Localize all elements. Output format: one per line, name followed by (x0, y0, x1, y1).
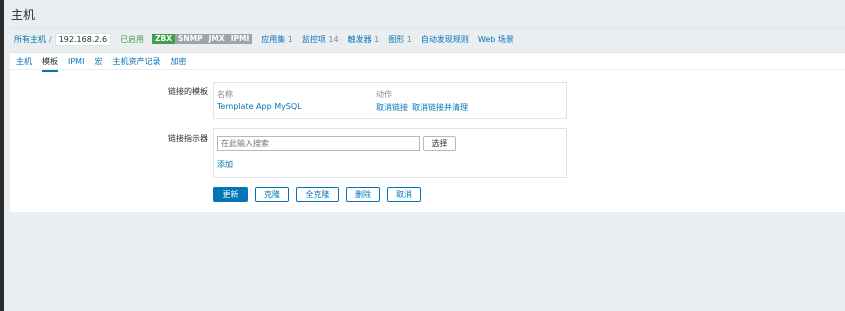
nav-items-count: 14 (328, 34, 339, 44)
nav-applications-count: 1 (287, 34, 293, 44)
tab-host[interactable]: 主机 (16, 56, 32, 70)
nav-web-scenarios[interactable]: Web 场景 (478, 34, 514, 45)
nav-applications-label: 应用集 (261, 34, 286, 44)
linked-templates-box: 名称 动作 Template App MySQL 取消链接 取消链接并清理 (213, 82, 567, 119)
update-button[interactable]: 更新 (213, 187, 248, 202)
template-name-link[interactable]: Template App MySQL (217, 102, 302, 111)
nav-applications[interactable]: 应用集 1 (261, 34, 293, 45)
tab-inventory[interactable]: 主机资产记录 (112, 56, 160, 70)
link-indicator-label: 链接指示器 (168, 134, 208, 143)
left-edge (0, 0, 4, 311)
col-action-header: 动作 (376, 90, 392, 99)
tab-divider (10, 69, 845, 70)
link-indicator-box: 选择 添加 (213, 128, 567, 178)
template-search-input[interactable] (217, 136, 420, 151)
nav-items-label: 监控项 (301, 34, 326, 44)
clone-button[interactable]: 克隆 (255, 187, 289, 202)
nav-triggers-label: 触发器 (347, 34, 372, 44)
tab-macros[interactable]: 宏 (94, 56, 102, 70)
unlink-link[interactable]: 取消链接 (376, 102, 408, 113)
breadcrumb-all-hosts[interactable]: 所有主机 (14, 34, 46, 45)
breadcrumb-host: 192.168.2.6 (54, 32, 112, 46)
cancel-button[interactable]: 取消 (387, 187, 421, 202)
full-clone-button[interactable]: 全克隆 (296, 187, 339, 202)
nav-graphs-label: 图形 (388, 34, 405, 44)
add-template-link[interactable]: 添加 (217, 159, 233, 170)
nav-graphs-count: 1 (406, 34, 412, 44)
page-title: 主机 (11, 8, 36, 22)
badge-snmp: SNMP (175, 34, 206, 44)
select-button[interactable]: 选择 (423, 136, 456, 151)
badge-ipmi: IPMI (227, 34, 253, 44)
col-name-header: 名称 (217, 90, 233, 99)
breadcrumb-separator: / (49, 34, 52, 44)
badge-zbx: ZBX (152, 34, 175, 44)
nav-items[interactable]: 监控项 14 (302, 34, 339, 45)
nav-triggers-count: 1 (374, 34, 380, 44)
host-status[interactable]: 已启用 (120, 34, 144, 45)
tab-ipmi[interactable]: IPMI (68, 56, 84, 70)
header-divider (10, 28, 845, 29)
delete-button[interactable]: 删除 (346, 187, 380, 202)
nav-triggers[interactable]: 触发器 1 (348, 34, 380, 45)
availability-badges: ZBX SNMP JMX IPMI (152, 34, 253, 44)
nav-discovery-rules[interactable]: 自动发现规则 (421, 34, 469, 45)
unlink-and-clear-link[interactable]: 取消链接并清理 (412, 102, 468, 113)
nav-graphs[interactable]: 图形 1 (388, 34, 412, 45)
breadcrumb: 所有主机 / 192.168.2.6 已启用 ZBX SNMP JMX IPMI… (14, 32, 514, 46)
host-form-panel: 主机 模板 IPMI 宏 主机资产记录 加密 链接的模板 名称 动作 Templ… (10, 52, 845, 212)
badge-jmx: JMX (205, 34, 228, 44)
tab-encryption[interactable]: 加密 (170, 56, 186, 70)
linked-templates-label: 链接的模板 (168, 87, 208, 96)
